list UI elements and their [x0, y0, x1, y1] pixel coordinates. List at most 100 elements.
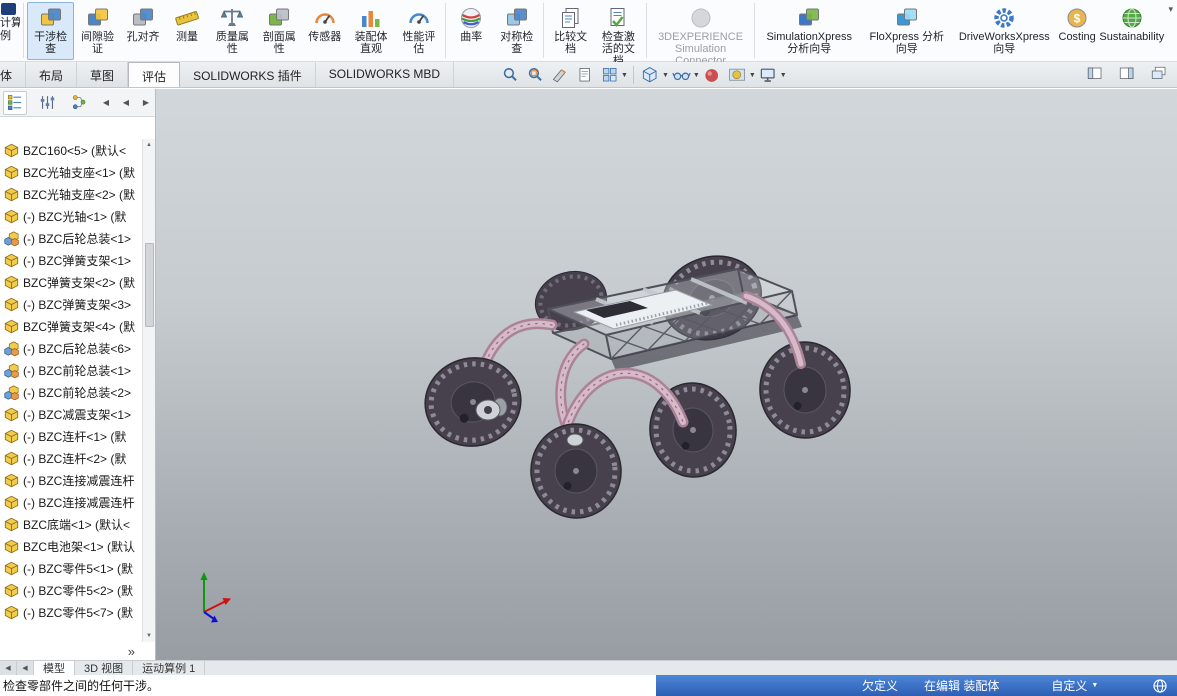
orientation-triad-icon [200, 572, 231, 623]
mass-properties-button[interactable]: 质量属性 [209, 2, 256, 60]
tree-item[interactable]: (-) BZC减震支架<1> [0, 403, 142, 425]
edit-appearance-icon[interactable] [701, 64, 725, 86]
tree-item[interactable]: BZC弹簧支架<4> (默 [0, 315, 142, 337]
tree-nav-next-icon[interactable]: ▶ [140, 98, 152, 107]
simulationxpress-button[interactable]: SimulationXpress 分析向导 [758, 2, 860, 60]
tree-scrollbar[interactable]: ▲ ▼ [142, 139, 155, 642]
tree-item[interactable]: BZC底端<1> (默认< [0, 513, 142, 535]
compare-documents-button[interactable]: 比较文档 [547, 2, 594, 60]
scrollbar-thumb[interactable] [145, 243, 154, 327]
tree-item[interactable]: BZC弹簧支架<2> (默 [0, 271, 142, 293]
symmetry-check-button[interactable]: 对称检查 [493, 2, 540, 60]
chevron-down-icon[interactable]: ▼ [749, 72, 756, 79]
tree-item[interactable]: (-) BZC连杆<2> (默 [0, 447, 142, 469]
tree-item[interactable]: (-) BZC弹簧支架<1> [0, 249, 142, 271]
tree-item[interactable]: BZC160<5> (默认< [0, 139, 142, 161]
sensor-button[interactable]: 传感器 [303, 2, 347, 60]
status-globe-icon[interactable] [1153, 678, 1167, 693]
curvature-button[interactable]: 曲率 [449, 2, 493, 60]
check-active-document-button[interactable]: 检查激活的文档 [594, 2, 643, 67]
tree-item-label: (-) BZC连接减震连杆 [23, 495, 135, 510]
tab-solidworks-addins[interactable]: SOLIDWORKS 插件 [180, 62, 316, 87]
view-settings-icon[interactable] [757, 64, 781, 86]
section-view-icon[interactable] [548, 64, 572, 86]
tab-layout[interactable]: 布局 [26, 62, 78, 87]
status-message: 检查零部件之间的任何干涉。 [3, 679, 160, 693]
apply-scene-icon[interactable] [726, 64, 750, 86]
tab-sketch[interactable]: 草图 [77, 62, 129, 87]
tree-item[interactable]: (-) BZC前轮总装<1> [0, 359, 142, 381]
view-orientation-icon[interactable] [598, 64, 622, 86]
status-bar: 检查零部件之间的任何干涉。 欠定义 在编辑 装配体 自定义 ▼ [0, 675, 1177, 696]
tab-evaluate[interactable]: 评估 [128, 62, 181, 87]
command-button-label: 间隙验证 [81, 31, 114, 55]
assembly-visualization-icon [358, 5, 384, 30]
status-defined-state: 欠定义 [862, 679, 899, 693]
tab-solidworks-mbd[interactable]: SOLIDWORKS MBD [316, 62, 455, 87]
dynamic-annotation-views-icon[interactable] [573, 64, 597, 86]
tree-item[interactable]: (-) BZC后轮总装<1> [0, 227, 142, 249]
axle-hub[interactable] [566, 433, 584, 447]
pane-left-icon[interactable] [1085, 65, 1105, 83]
tree-item[interactable]: (-) BZC后轮总装<6> [0, 337, 142, 359]
graphics-area[interactable] [156, 89, 1177, 660]
chevron-down-icon[interactable]: ▼ [780, 72, 787, 79]
tree-item[interactable]: BZC光轴支座<1> (默 [0, 161, 142, 183]
section-properties-button[interactable]: 剖面属性 [256, 2, 303, 60]
costing-button[interactable]: $ Costing [1055, 2, 1099, 60]
sustainability-button[interactable]: Sustainability [1099, 2, 1164, 60]
performance-evaluation-button[interactable]: 性能评估 [395, 2, 442, 60]
chevron-down-icon[interactable]: ▼ [662, 72, 669, 79]
tree-item[interactable]: (-) BZC连接减震连杆 [0, 491, 142, 513]
scroll-up-icon[interactable]: ▲ [143, 139, 155, 151]
wheel-front-left[interactable] [417, 349, 529, 455]
simulation-connector-icon [688, 5, 714, 30]
status-custom-dropdown[interactable]: 自定义 ▼ [1051, 677, 1098, 694]
panel-expand-icon[interactable]: » [128, 645, 135, 658]
tab-model[interactable]: 模型 [34, 661, 75, 675]
featuremanager-tab-icon[interactable] [3, 90, 27, 115]
scroll-down-icon[interactable]: ▼ [143, 630, 155, 642]
assembly-visualization-button[interactable]: 装配体直观 [347, 2, 396, 60]
tab-scroll-left2-icon[interactable]: ◀ [17, 661, 34, 675]
floxpress-button[interactable]: FloXpress 分析向导 [860, 2, 953, 60]
interference-detection-button[interactable]: 干涉检查 [27, 2, 75, 60]
tree-item[interactable]: BZC电池架<1> (默认 [0, 535, 142, 557]
measure-button[interactable]: 测量 [165, 2, 209, 60]
zoom-fit-icon[interactable] [498, 64, 522, 86]
simulation-connector-button[interactable]: 3DEXPERIENCE Simulation Connector [650, 2, 752, 67]
clearance-verification-button[interactable]: 间隙验证 [74, 2, 121, 60]
propertymanager-tab-icon[interactable] [35, 91, 59, 115]
tab-motion-study[interactable]: 运动算例 1 [133, 661, 206, 675]
hide-show-items-icon[interactable] [670, 64, 694, 86]
driveworksxpress-button[interactable]: DriveWorksXpress 向导 [953, 2, 1055, 60]
zoom-area-icon[interactable] [523, 64, 547, 86]
pane-right-icon[interactable] [1117, 65, 1137, 83]
cascade-windows-icon[interactable] [1149, 65, 1169, 83]
tab-scroll-left-icon[interactable]: ◀ [0, 661, 17, 675]
chevron-down-icon[interactable]: ▼ [621, 72, 628, 79]
motion-study-button-cutoff[interactable]: 计算例 [0, 2, 20, 43]
tree-nav-prev-icon[interactable]: ◀ [100, 98, 112, 107]
tree-item[interactable]: (-) BZC零件5<7> (默 [0, 601, 142, 623]
tree-item[interactable]: (-) BZC连接减震连杆 [0, 469, 142, 491]
tab-assembly[interactable]: 配体 [0, 62, 27, 87]
display-style-icon[interactable] [639, 64, 663, 86]
configurationmanager-tab-icon[interactable] [67, 91, 91, 115]
chevron-down-icon[interactable]: ▼ [693, 72, 700, 79]
tree-item[interactable]: BZC光轴支座<2> (默 [0, 183, 142, 205]
tree-item-label: BZC电池架<1> (默认 [23, 539, 136, 554]
tree-item[interactable]: (-) BZC零件5<1> (默 [0, 557, 142, 579]
tab-3d-views[interactable]: 3D 视图 [75, 661, 134, 675]
toolbar-overflow-icon[interactable]: ▾ [1164, 2, 1177, 17]
assembly-model[interactable] [156, 89, 1177, 660]
tree-item[interactable]: (-) BZC光轴<1> (默 [0, 205, 142, 227]
tree-item[interactable]: (-) BZC零件5<2> (默 [0, 579, 142, 601]
tree-item[interactable]: (-) BZC前轮总装<2> [0, 381, 142, 403]
tree-item[interactable]: (-) BZC弹簧支架<3> [0, 293, 142, 315]
wheel-middle-right[interactable] [755, 338, 855, 443]
part-icon [4, 473, 19, 488]
tree-item[interactable]: (-) BZC连杆<1> (默 [0, 425, 142, 447]
hole-alignment-button[interactable]: 孔对齐 [121, 2, 165, 60]
tree-nav-prev2-icon[interactable]: ◀ [120, 98, 132, 107]
